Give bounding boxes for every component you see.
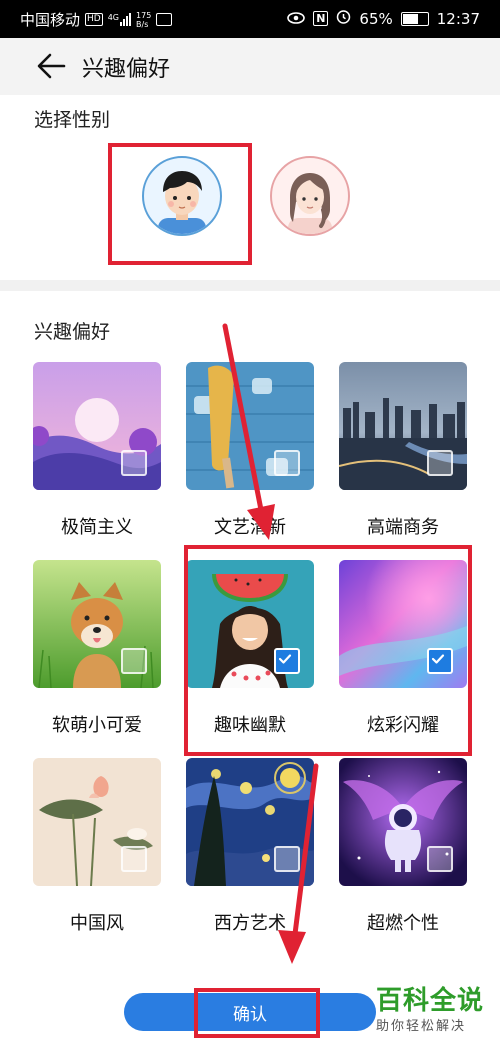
checkbox-chinese-style[interactable] [121, 846, 147, 872]
status-right: N 65% 12:37 [287, 9, 480, 28]
network-type: 4G [107, 13, 120, 22]
checkbox-personality[interactable] [427, 846, 453, 872]
net-speed-unit: B/s [136, 19, 149, 29]
confirm-highlight [194, 988, 320, 1038]
alarm-icon [336, 9, 351, 28]
hd-badge: HD [85, 13, 103, 26]
tutorial-arrow-down-icon [222, 323, 275, 540]
checkbox-minimalism[interactable] [121, 450, 147, 476]
signal-icon: 4G [107, 13, 132, 26]
label-chinese-style: 中国风 [70, 913, 124, 934]
battery-icon [400, 11, 429, 26]
male-selection-highlight [108, 143, 252, 265]
female-avatar[interactable] [270, 156, 350, 236]
gender-section: 选择性别 [0, 95, 500, 280]
tutorial-arrow-to-confirm-icon [278, 763, 319, 964]
tile-personality[interactable] [339, 758, 467, 886]
watermark-logo: 百科全说 助你轻松解决 [376, 980, 484, 1034]
net-speed: 175 B/s [136, 11, 151, 29]
tile-cute[interactable] [33, 560, 161, 688]
status-left: 中国移动 HD 4G 175 B/s [20, 9, 173, 30]
checkbox-business[interactable] [427, 450, 453, 476]
nfc-icon: N [313, 11, 329, 26]
interest-selection-highlight [184, 545, 472, 756]
back-arrow-icon[interactable] [36, 52, 66, 84]
battery-percent: 65% [359, 9, 393, 28]
watermark-subtitle: 助你轻松解决 [376, 1019, 467, 1034]
tile-minimalism[interactable] [33, 362, 161, 490]
watermark-title: 百科全说 [376, 986, 485, 1016]
carrier-name: 中国移动 [20, 11, 81, 29]
label-minimalism: 极简主义 [61, 517, 133, 538]
status-bar: 中国移动 HD 4G 175 B/s N 65% 12:37 [0, 0, 500, 38]
eye-icon [287, 10, 306, 28]
checkbox-cute[interactable] [121, 648, 147, 674]
page-title: 兴趣偏好 [82, 57, 171, 82]
app-header: 兴趣偏好 [0, 38, 500, 95]
clock: 12:37 [436, 9, 480, 28]
gender-label: 选择性别 [34, 109, 111, 131]
interest-label: 兴趣偏好 [34, 321, 111, 343]
net-speed-value: 175 [136, 10, 152, 20]
label-business: 高端商务 [367, 517, 439, 538]
message-icon [156, 13, 173, 26]
label-cute: 软萌小可爱 [52, 715, 142, 736]
tile-business[interactable] [339, 362, 467, 490]
tile-chinese-style[interactable] [33, 758, 161, 886]
label-personality: 超燃个性 [367, 913, 439, 934]
